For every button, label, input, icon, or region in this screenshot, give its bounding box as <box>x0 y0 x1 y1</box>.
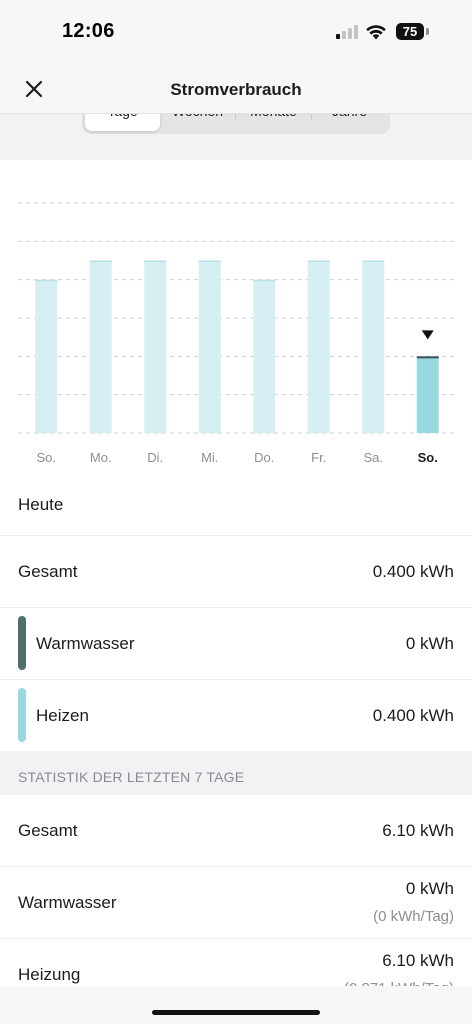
consumption-chart: So. Mo. Di. Mi. Do. Fr. Sa. So. <box>0 160 472 474</box>
chart-bar[interactable] <box>307 260 330 434</box>
period-selector-area: Tage Wochen Monate Jahre <box>0 114 472 160</box>
stats-heizung-value: 6.10 kWh <box>382 951 454 970</box>
chart-bar[interactable] <box>416 356 439 433</box>
today-total-row: Gesamt 0.400 kWh <box>0 536 472 607</box>
chart-x-tick-label: Mi. <box>201 450 218 465</box>
chart-bar-top <box>416 356 439 359</box>
page-title: Stromverbrauch <box>170 80 302 99</box>
stats-total-row: Gesamt 6.10 kWh <box>0 795 472 866</box>
chart-bar-top <box>198 260 221 262</box>
stats-heizung-label: Heizung <box>18 965 81 984</box>
stats-section-header: STATISTIK DER LETZTEN 7 TAGE <box>0 751 472 795</box>
chart-x-tick-label: So. <box>36 450 56 465</box>
stats-total-label: Gesamt <box>18 821 78 840</box>
today-total-value: 0.400 kWh <box>372 562 454 581</box>
today-warmwasser-label: Warmwasser <box>36 634 135 653</box>
today-warmwasser-row: Warmwasser 0 kWh <box>0 608 472 679</box>
heizen-color-indicator <box>18 688 26 742</box>
chart-bar-top <box>89 260 112 262</box>
stats-warmwasser-value: 0 kWh <box>405 879 454 898</box>
today-heizen-label: Heizen <box>36 706 89 725</box>
chart-bar-top <box>144 260 167 262</box>
wifi-icon <box>366 25 386 40</box>
chart-bar-top <box>35 279 58 282</box>
period-segmented-control: Tage Wochen Monate Jahre <box>82 114 390 134</box>
tab-monate[interactable]: Monate <box>236 114 311 131</box>
today-heizen-row: Heizen 0.400 kWh <box>0 680 472 751</box>
chart-x-tick-label: So. <box>418 450 438 465</box>
chart-x-tick-label: Do. <box>254 450 274 465</box>
chart-bar-top <box>253 279 276 282</box>
battery-cap <box>426 28 429 35</box>
home-indicator-area <box>0 986 472 1024</box>
chart-x-tick-label: Fr. <box>311 450 326 465</box>
status-bar: 12:06 75 <box>0 0 472 62</box>
today-warmwasser-value: 0 kWh <box>405 634 454 653</box>
chart-bar[interactable] <box>198 260 221 434</box>
tab-wochen[interactable]: Wochen <box>160 114 235 131</box>
stats-warmwasser-per-day: (0 kWh/Tag) <box>373 908 454 925</box>
home-indicator[interactable] <box>152 1010 320 1015</box>
chart-x-tick-label: Sa. <box>363 450 383 465</box>
stats-warmwasser-label: Warmwasser <box>18 893 117 912</box>
chart-bar[interactable] <box>35 279 58 433</box>
navigation-bar: Stromverbrauch <box>0 62 472 114</box>
cellular-signal-icon <box>336 25 360 39</box>
today-title: Heute <box>18 495 64 514</box>
today-heizen-value: 0.400 kWh <box>372 706 454 725</box>
stats-total-value: 6.10 kWh <box>382 821 454 840</box>
chart-bar[interactable] <box>144 260 167 434</box>
chart-bar[interactable] <box>89 260 112 434</box>
selected-day-marker-icon <box>421 330 434 340</box>
tab-jahre[interactable]: Jahre <box>312 114 387 131</box>
stats-warmwasser-row: Warmwasser 0 kWh (0 kWh/Tag) <box>0 867 472 938</box>
chart-bar[interactable] <box>362 260 385 434</box>
status-time: 12:06 <box>62 20 115 42</box>
stats-header-label: STATISTIK DER LETZTEN 7 TAGE <box>18 769 245 785</box>
consumption-bar-chart: So. Mo. Di. Mi. Do. Fr. Sa. So. <box>18 202 454 465</box>
chart-bar-top <box>307 260 330 262</box>
chart-x-tick-label: Mo. <box>90 450 112 465</box>
tab-tage[interactable]: Tage <box>85 114 160 131</box>
battery-icon: 75 <box>396 23 424 40</box>
today-total-label: Gesamt <box>18 562 78 581</box>
today-header-row: Heute <box>0 474 472 536</box>
chart-bar-top <box>362 260 385 262</box>
warmwasser-color-indicator <box>18 616 26 670</box>
chart-bar[interactable] <box>253 279 276 433</box>
chart-x-tick-label: Di. <box>147 450 163 465</box>
